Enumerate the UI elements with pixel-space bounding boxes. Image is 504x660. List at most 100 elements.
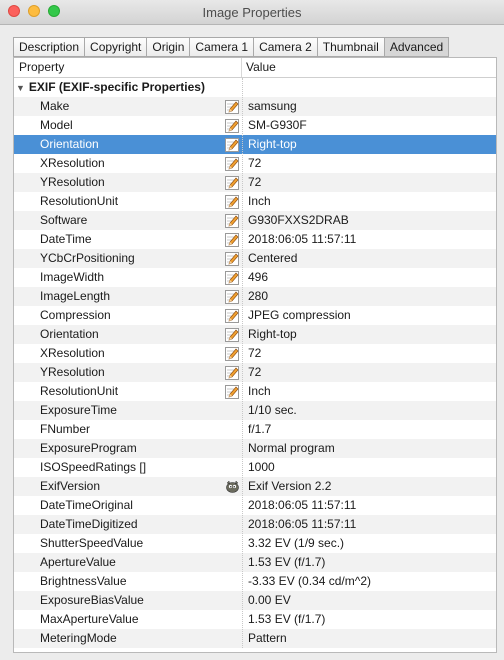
property-cell: MeteringMode: [40, 631, 117, 645]
table-row[interactable]: MaxApertureValue 1.53 EV (f/1.7): [14, 610, 496, 629]
tab-thumbnail[interactable]: Thumbnail: [317, 37, 385, 57]
edit-cell: [222, 515, 242, 534]
column-header-property[interactable]: Property: [14, 58, 242, 77]
table-row[interactable]: Model SM-G930F: [14, 116, 496, 135]
column-divider[interactable]: [242, 78, 243, 648]
value-cell: 280: [248, 289, 269, 303]
pencil-icon[interactable]: [222, 173, 242, 192]
edit-cell: [222, 496, 242, 515]
tab-description[interactable]: Description: [13, 37, 86, 57]
property-cell: ExifVersion: [40, 479, 101, 493]
property-cell: DateTimeDigitized: [40, 517, 138, 531]
value-cell: f/1.7: [248, 422, 272, 436]
table-row[interactable]: YResolution 72: [14, 173, 496, 192]
value-cell: Inch: [248, 194, 271, 208]
pencil-icon[interactable]: [222, 287, 242, 306]
property-cell: ShutterSpeedValue: [40, 536, 144, 550]
pencil-icon[interactable]: [222, 382, 242, 401]
property-cell: ImageLength: [40, 289, 111, 303]
edit-cell: [222, 591, 242, 610]
pencil-icon[interactable]: [222, 344, 242, 363]
column-header-value[interactable]: Value: [242, 58, 496, 77]
zoom-button[interactable]: [48, 5, 60, 17]
table-row[interactable]: DateTime 2018:06:05 11:57:11: [14, 230, 496, 249]
value-cell: Right-top: [248, 327, 297, 341]
pencil-icon[interactable]: [222, 249, 242, 268]
value-cell: Exif Version 2.2: [248, 479, 332, 493]
edit-cell: [222, 458, 242, 477]
property-cell: Orientation: [40, 327, 99, 341]
property-cell: MaxApertureValue: [40, 612, 139, 626]
table-row[interactable]: ResolutionUnit Inch: [14, 192, 496, 211]
value-cell: Centered: [248, 251, 298, 265]
pencil-icon[interactable]: [222, 192, 242, 211]
pencil-icon[interactable]: [222, 211, 242, 230]
property-cell: Make: [40, 99, 70, 113]
property-cell: YResolution: [40, 365, 105, 379]
table-row[interactable]: YResolution 72: [14, 363, 496, 382]
table-row[interactable]: ShutterSpeedValue 3.32 EV (1/9 sec.): [14, 534, 496, 553]
table-row[interactable]: ImageWidth 496: [14, 268, 496, 287]
table-row[interactable]: Compression JPEG compression: [14, 306, 496, 325]
property-cell: ApertureValue: [40, 555, 116, 569]
close-button[interactable]: [8, 5, 20, 17]
table-row[interactable]: Software G930FXXS2DRAB: [14, 211, 496, 230]
table-row[interactable]: ISOSpeedRatings [] 1000: [14, 458, 496, 477]
property-cell: YCbCrPositioning: [40, 251, 135, 265]
table-row[interactable]: FNumber f/1.7: [14, 420, 496, 439]
minimize-button[interactable]: [28, 5, 40, 17]
pencil-icon[interactable]: [222, 306, 242, 325]
pencil-icon[interactable]: [222, 135, 242, 154]
edit-cell: [222, 420, 242, 439]
property-cell: Model: [40, 118, 73, 132]
property-cell: FNumber: [40, 422, 91, 436]
table-row[interactable]: XResolution 72: [14, 344, 496, 363]
tab-camera-2[interactable]: Camera 2: [254, 37, 318, 57]
table-row[interactable]: DateTimeOriginal 2018:06:05 11:57:11: [14, 496, 496, 515]
pencil-icon[interactable]: [222, 230, 242, 249]
value-cell: Pattern: [248, 631, 287, 645]
value-cell: -3.33 EV (0.34 cd/m^2): [248, 574, 372, 588]
pencil-icon[interactable]: [222, 116, 242, 135]
edit-cell: [222, 629, 242, 648]
table-row[interactable]: ExifVersion Exif Version 2.2: [14, 477, 496, 496]
table-row[interactable]: ExposureBiasValue 0.00 EV: [14, 591, 496, 610]
table-row[interactable]: ExposureTime 1/10 sec.: [14, 401, 496, 420]
table-row[interactable]: XResolution 72: [14, 154, 496, 173]
table-row[interactable]: Orientation Right-top: [14, 325, 496, 344]
property-cell: BrightnessValue: [40, 574, 127, 588]
table-row[interactable]: Orientation Right-top: [14, 135, 496, 154]
table-row[interactable]: DateTimeDigitized 2018:06:05 11:57:11: [14, 515, 496, 534]
table-row[interactable]: ApertureValue 1.53 EV (f/1.7): [14, 553, 496, 572]
pencil-icon[interactable]: [222, 325, 242, 344]
property-cell: XResolution: [40, 346, 105, 360]
pencil-icon[interactable]: [222, 154, 242, 173]
disclosure-triangle-icon[interactable]: ▼: [16, 79, 25, 97]
value-cell: Right-top: [248, 137, 297, 151]
tab-advanced[interactable]: Advanced: [384, 37, 450, 57]
tab-camera-1[interactable]: Camera 1: [190, 37, 255, 57]
group-row-exif[interactable]: ▼ EXIF (EXIF-specific Properties): [14, 78, 496, 97]
pencil-icon[interactable]: [222, 268, 242, 287]
value-cell: 3.32 EV (1/9 sec.): [248, 536, 345, 550]
table-row[interactable]: Make samsung: [14, 97, 496, 116]
value-cell: G930FXXS2DRAB: [248, 213, 349, 227]
value-cell: SM-G930F: [248, 118, 307, 132]
property-cell: Software: [40, 213, 88, 227]
gimp-icon[interactable]: [222, 477, 242, 496]
value-cell: 1/10 sec.: [248, 403, 297, 417]
table-row[interactable]: ImageLength 280: [14, 287, 496, 306]
value-cell: JPEG compression: [248, 308, 351, 322]
table-header: Property Value: [14, 58, 496, 78]
tab-origin[interactable]: Origin: [147, 37, 191, 57]
tab-copyright[interactable]: Copyright: [85, 37, 148, 57]
table-row[interactable]: YCbCrPositioning Centered: [14, 249, 496, 268]
table-row[interactable]: ResolutionUnit Inch: [14, 382, 496, 401]
table-row[interactable]: MeteringMode Pattern: [14, 629, 496, 648]
value-cell: 72: [248, 156, 262, 170]
table-row[interactable]: BrightnessValue -3.33 EV (0.34 cd/m^2): [14, 572, 496, 591]
pencil-icon[interactable]: [222, 97, 242, 116]
pencil-icon[interactable]: [222, 363, 242, 382]
table-row[interactable]: ExposureProgram Normal program: [14, 439, 496, 458]
value-cell: Inch: [248, 384, 271, 398]
